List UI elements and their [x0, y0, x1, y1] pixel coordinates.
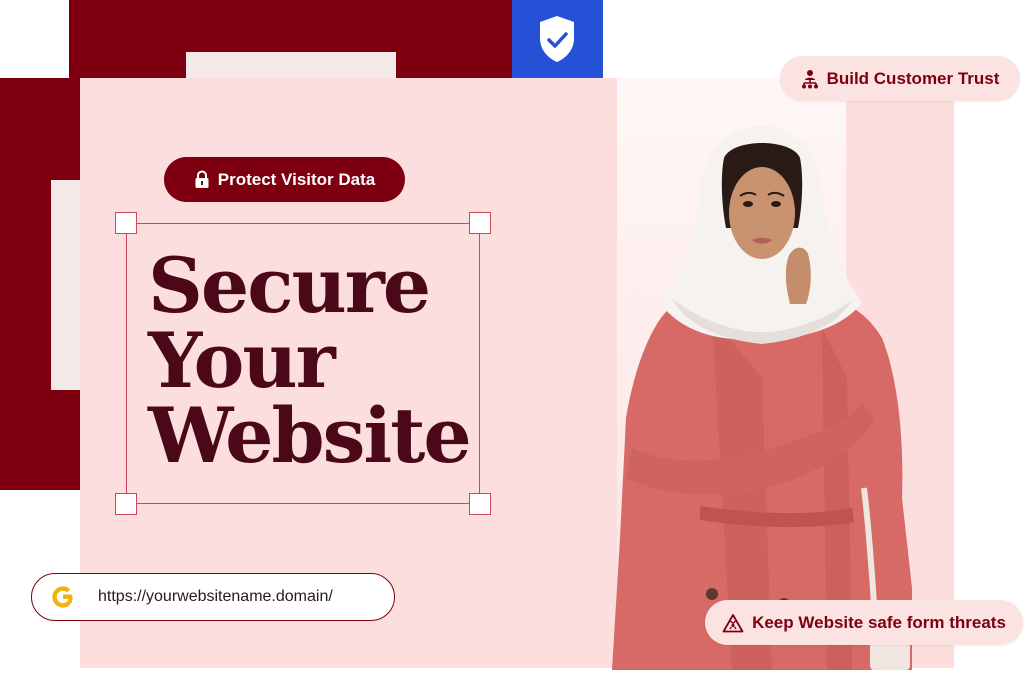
protect-visitor-data-pill: Protect Visitor Data: [164, 157, 405, 202]
threats-pill-label: Keep Website safe form threats: [752, 612, 1006, 632]
trust-pill-label: Build Customer Trust: [826, 68, 1000, 88]
build-customer-trust-pill: Build Customer Trust: [780, 56, 1020, 101]
shield-badge: [512, 0, 603, 78]
headline-line-2: Your: [148, 316, 336, 405]
shield-check-icon: [540, 16, 574, 62]
url-text: https://yourwebsitename.domain/: [98, 588, 333, 605]
headline-line-1: Secure: [148, 241, 431, 330]
cream-block-left: [51, 180, 80, 390]
frame-handle-top-left[interactable]: [115, 212, 137, 234]
people-network-icon: [801, 69, 818, 88]
warning-triangle-icon: [722, 613, 744, 632]
headline-line-3: Website: [148, 391, 472, 480]
google-g-icon: [52, 586, 73, 608]
protect-pill-label: Protect Visitor Data: [217, 169, 376, 189]
lock-icon: [195, 170, 209, 188]
cream-block-top: [186, 52, 396, 78]
headline: Secure Your Website: [148, 241, 478, 480]
model-photo: [612, 126, 912, 670]
frame-handle-top-right[interactable]: [469, 212, 491, 234]
frame-handle-bottom-right[interactable]: [469, 493, 491, 515]
frame-handle-bottom-left[interactable]: [115, 493, 137, 515]
url-bar[interactable]: https://yourwebsitename.domain/: [31, 573, 395, 621]
keep-website-safe-pill: Keep Website safe form threats: [705, 600, 1023, 645]
